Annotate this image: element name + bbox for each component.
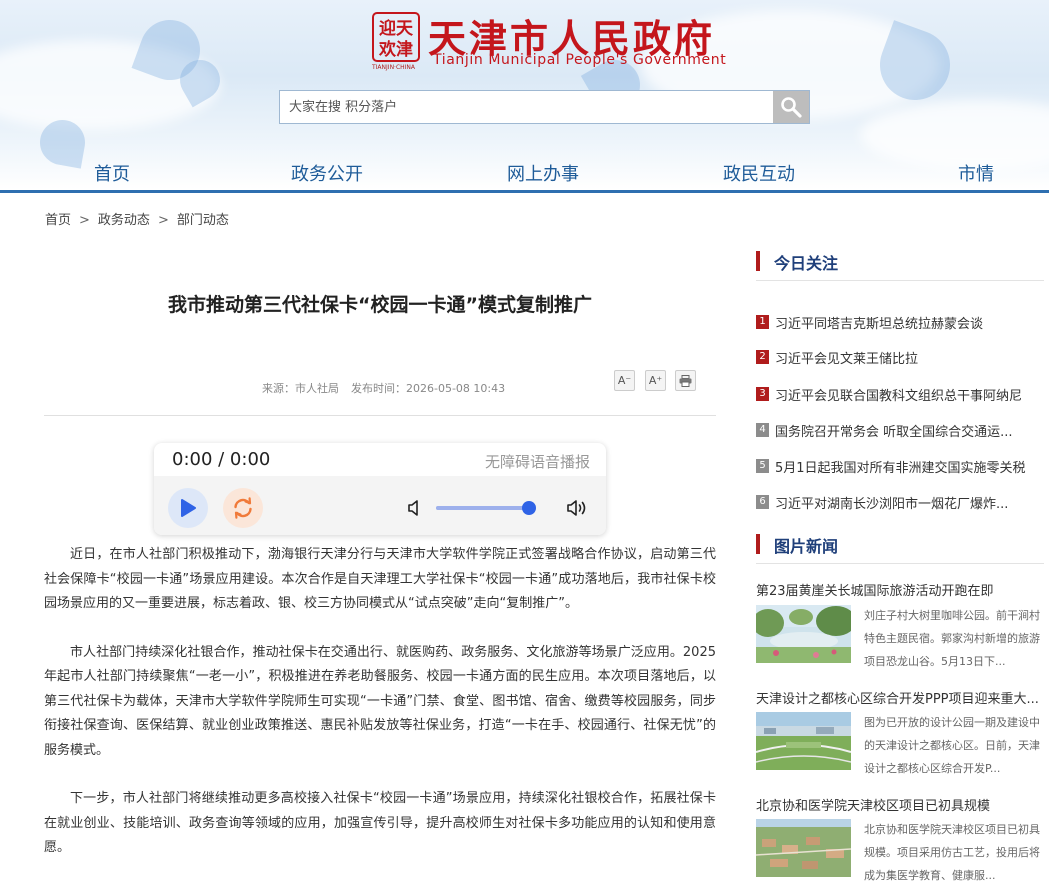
today-focus-header: 今日关注 — [756, 251, 1044, 281]
focus-rank-badge: 1 — [756, 315, 769, 329]
picture-news-thumbnail[interactable] — [756, 712, 851, 770]
play-icon — [181, 499, 196, 517]
picture-news-title-link[interactable]: 北京协和医学院天津校区项目已初具规模 — [756, 795, 1044, 814]
focus-item[interactable]: 3 习近平会见联合国教科文组织总干事阿纳尼 — [756, 385, 1044, 405]
nav-underline — [0, 190, 1049, 193]
picture-news-title-link[interactable]: 第23届黄崖关长城国际旅游活动开跑在即 — [756, 580, 1044, 599]
article-paragraph: 市人社部门持续深化社银合作，推动社保卡在交通出行、就医购药、政务服务、文化旅游等… — [44, 644, 716, 758]
nav-city-info[interactable]: 市情 — [958, 160, 994, 186]
seal-char: 欢 — [378, 39, 397, 60]
search-box — [279, 90, 810, 124]
park-aerial-photo — [756, 712, 851, 770]
picture-news-title-link[interactable]: 天津设计之都核心区综合开发PPP项目迎来重大... — [756, 688, 1044, 707]
breadcrumb-separator: > — [79, 213, 90, 228]
main-nav: 首页 政务公开 网上办事 政民互动 市情 — [0, 150, 1049, 194]
article-date: 发布时间：2026-05-08 10:43 — [351, 382, 506, 395]
article-title: 我市推动第三代社保卡“校园一卡通”模式复制推广 — [168, 294, 592, 316]
audio-control-bar — [154, 476, 606, 535]
font-increase-button[interactable]: A⁺ — [645, 370, 666, 391]
focus-rank-badge: 6 — [756, 495, 769, 509]
audio-player: 0:00 / 0:00 无障碍语音播报 — [154, 443, 606, 535]
focus-item[interactable]: 6 习近平对湖南长沙浏阳市一烟花厂爆炸... — [756, 493, 1044, 513]
focus-link[interactable]: 习近平会见联合国教科文组织总干事阿纳尼 — [775, 385, 1044, 404]
garden-photo — [756, 605, 851, 663]
breadcrumb-dept-news[interactable]: 部门动态 — [177, 213, 229, 228]
breadcrumb-home[interactable]: 首页 — [45, 213, 71, 228]
seal-caption: TIANJIN·CHINA — [372, 64, 416, 71]
breadcrumb-separator: > — [157, 213, 169, 228]
article-paragraph: 近日，在市人社部门积极推动下，渤海银行天津分行与天津市大学软件学院正式签署战略合… — [44, 547, 716, 611]
svg-text:迎天: 迎天 — [379, 18, 414, 39]
focus-link[interactable]: 习近平对湖南长沙浏阳市一烟花厂爆炸... — [775, 493, 1044, 512]
focus-item[interactable]: 4 国务院召开常务会 听取全国综合交通运... — [756, 421, 1044, 441]
seal-char: 迎 — [379, 18, 396, 39]
campus-aerial-photo — [756, 819, 851, 877]
seal-char: 津 — [396, 39, 413, 60]
focus-link[interactable]: 习近平同塔吉克斯坦总统拉赫蒙会谈 — [775, 313, 1044, 332]
volume-slider[interactable] — [436, 501, 536, 515]
focus-rank-badge: 2 — [756, 350, 769, 364]
font-decrease-icon: A⁻ — [617, 374, 632, 387]
loop-button[interactable] — [223, 488, 263, 528]
site-subtitle: Tianjin Municipal People's Government — [433, 52, 727, 68]
volume-up-icon[interactable] — [566, 498, 588, 518]
nav-online-services[interactable]: 网上办事 — [507, 160, 579, 186]
focus-item[interactable]: 5 5月1日起我国对所有非洲建交国实施零关税 — [756, 457, 1044, 477]
nav-interaction[interactable]: 政民互动 — [723, 160, 795, 186]
breadcrumb: 首页 > 政务动态 > 部门动态 — [45, 209, 229, 228]
focus-rank-badge: 4 — [756, 423, 769, 437]
picture-news-title: 图片新闻 — [774, 537, 839, 556]
play-button[interactable] — [168, 488, 208, 528]
font-decrease-button[interactable]: A⁻ — [614, 370, 635, 391]
volume-slider-fill — [436, 506, 529, 510]
focus-item[interactable]: 2 习近平会见文莱王储比拉 — [756, 348, 1044, 368]
seal-icon: 迎天 欢津 — [372, 12, 420, 62]
audio-label: 无障碍语音播报 — [484, 453, 590, 471]
focus-link[interactable]: 国务院召开常务会 听取全国综合交通运... — [775, 421, 1044, 440]
focus-rank-badge: 5 — [756, 459, 769, 473]
focus-item[interactable]: 1 习近平同塔吉克斯坦总统拉赫蒙会谈 — [756, 313, 1044, 333]
picture-news-thumbnail[interactable] — [756, 605, 851, 663]
nav-gov-affairs[interactable]: 政务公开 — [291, 160, 363, 186]
picture-news-summary: 图为已开放的设计公园一期及建设中的天津设计之都核心区。日前，天津设计之都核心区综… — [864, 716, 1040, 775]
article-meta: 来源：市人社局 发布时间：2026-05-08 10:43 — [262, 380, 517, 396]
picture-news-thumbnail[interactable] — [756, 819, 851, 877]
volume-down-icon[interactable] — [407, 499, 423, 517]
search-input[interactable] — [280, 91, 773, 123]
search-button[interactable] — [773, 91, 809, 123]
focus-link[interactable]: 习近平会见文莱王储比拉 — [775, 348, 1044, 367]
audio-time: 0:00 / 0:00 — [172, 449, 271, 470]
focus-link[interactable]: 5月1日起我国对所有非洲建交国实施零关税 — [775, 457, 1044, 476]
loop-icon — [234, 497, 252, 519]
logo-seal[interactable]: 迎天 欢津 TIANJIN·CHINA — [372, 12, 420, 71]
search-icon — [781, 97, 802, 118]
today-focus-title: 今日关注 — [774, 254, 839, 273]
picture-news-header: 图片新闻 — [756, 534, 1044, 564]
breadcrumb-gov-news[interactable]: 政务动态 — [98, 213, 150, 228]
print-button[interactable] — [675, 370, 696, 391]
picture-news-summary: 北京协和医学院天津校区项目已初具规模。项目采用仿古工艺，投用后将成为集医学教育、… — [864, 823, 1040, 882]
svg-text:欢津: 欢津 — [378, 39, 413, 60]
printer-icon — [679, 374, 692, 387]
section-marker — [756, 534, 760, 554]
article-source: 来源：市人社局 — [262, 382, 339, 395]
picture-news-summary: 刘庄子村大树里咖啡公园。前干涧村特色主题民宿。郭家沟村新增的旅游项目恐龙山谷。5… — [864, 609, 1040, 668]
article-paragraph: 下一步，市人社部门将继续推动更多高校接入社保卡“校园一卡通”场景应用，持续深化社… — [44, 791, 716, 855]
volume-slider-thumb[interactable] — [522, 501, 536, 515]
article-body: 近日，在市人社部门积极推动下，渤海银行天津分行与天津市大学软件学院正式签署战略合… — [44, 543, 716, 885]
article-divider — [44, 415, 716, 416]
focus-rank-badge: 3 — [756, 387, 769, 401]
seal-char: 天 — [396, 19, 414, 39]
font-increase-icon: A⁺ — [648, 374, 663, 387]
section-marker — [756, 251, 760, 271]
nav-home[interactable]: 首页 — [94, 160, 130, 186]
